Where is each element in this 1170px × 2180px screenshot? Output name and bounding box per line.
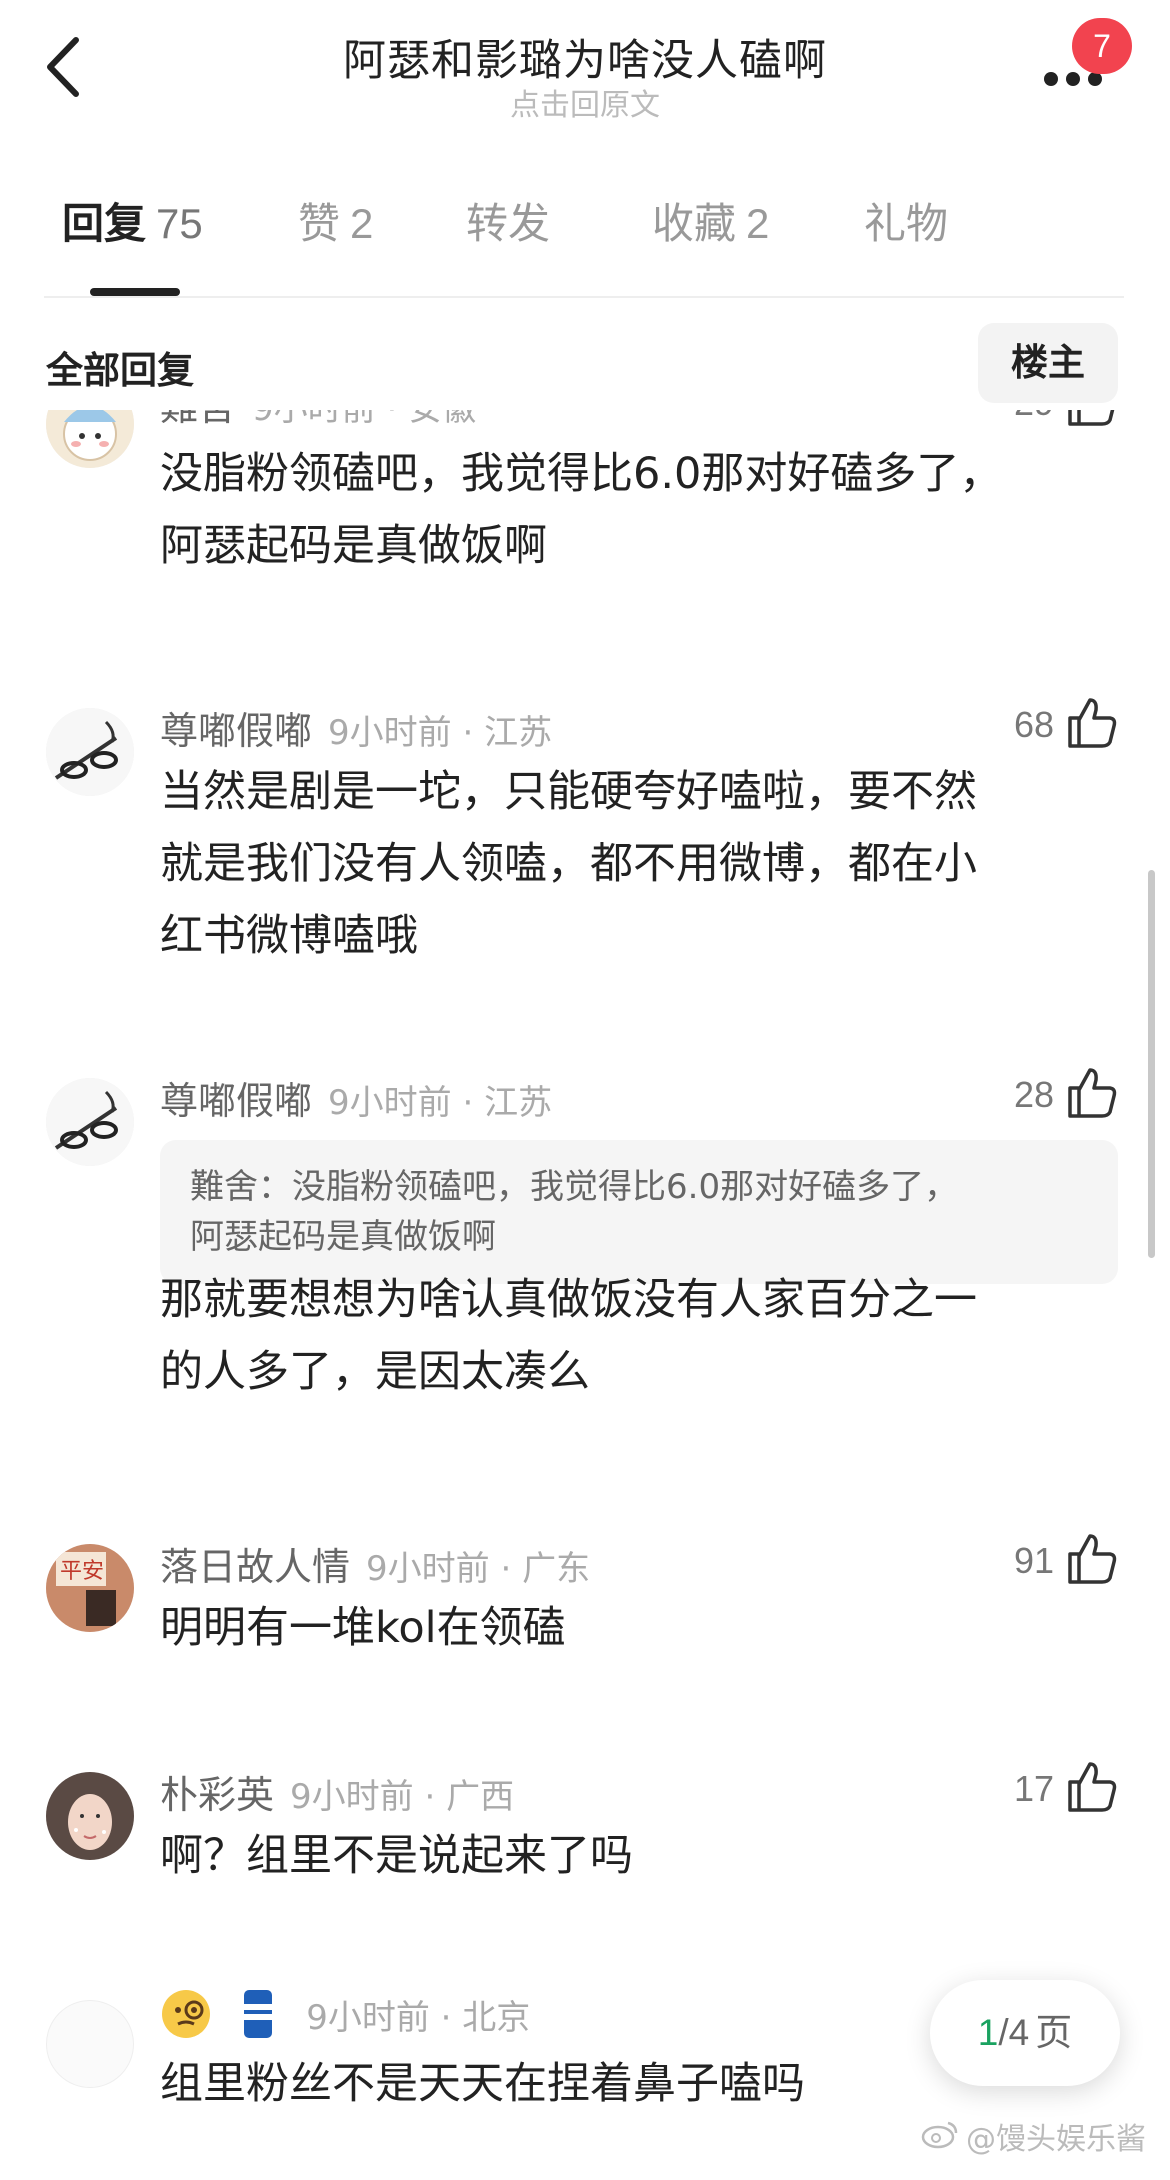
scrollbar[interactable] <box>1148 870 1155 1258</box>
username[interactable]: 朴彩英 <box>160 1773 274 1817</box>
tab-likes[interactable]: 赞2 <box>298 190 373 270</box>
timestamp-location: 9小时前 · 安徽 <box>252 410 476 429</box>
monocle-face-icon <box>160 1988 212 2049</box>
svg-text:平安: 平安 <box>60 1559 104 1584</box>
weibo-logo-icon <box>920 2119 960 2157</box>
comment-text: 啊？组里不是说起来了吗 <box>160 1831 633 1881</box>
comment-meta: 難舍 9小时前 · 安徽 <box>160 410 476 431</box>
like-count: 91 <box>1013 1540 1054 1581</box>
page-title: 阿瑟和影璐为啥没人磕啊 <box>343 36 827 86</box>
comment-meta: 9小时前 · 北京 <box>160 1986 530 2051</box>
timestamp-location: 9小时前 · 江苏 <box>328 1083 553 1123</box>
timestamp-location: 9小时前 · 广东 <box>366 1549 591 1589</box>
comment-item: 朴彩英 9小时前 · 广西 17 啊？组里不是说起来了吗 <box>0 1762 1170 1914</box>
comment-item: 尊嘟假嘟 9小时前 · 江苏 68 当然是剧是一坨，只能硬夸好嗑啦，要不然 就是我… <box>0 698 1170 961</box>
avatar[interactable] <box>46 1772 134 1860</box>
timestamp-location: 9小时前 · 北京 <box>306 1998 531 2038</box>
avatar-image <box>46 1772 134 1860</box>
like-button[interactable]: 29 <box>978 410 1118 434</box>
avatar[interactable]: 平安 <box>46 1544 134 1632</box>
avatar[interactable] <box>46 708 134 796</box>
comment-item: 尊嘟假嘟 9小时前 · 江苏 28 難舍：没脂粉领磕吧，我觉得比6.0那对好磕多了… <box>0 1068 1170 1410</box>
avatar-image <box>46 410 134 468</box>
comment-meta: 朴彩英 9小时前 · 广西 <box>160 1764 514 1819</box>
avatar[interactable] <box>46 2000 134 2088</box>
avatar-image <box>46 1078 134 1166</box>
quoted-reply[interactable]: 難舍：没脂粉领磕吧，我觉得比6.0那对好磕多了， 阿瑟起码是真做饭啊 <box>160 1140 1118 1284</box>
avatar-image: 平安 <box>46 1544 134 1632</box>
tab-bar: 回复 75 赞2 转发 收藏 2 礼物 <box>0 190 1170 300</box>
thumbs-up-icon <box>1068 698 1117 748</box>
like-button[interactable]: 68 <box>978 696 1118 756</box>
back-to-original-link[interactable]: 点击回原文 <box>0 80 1170 124</box>
tab-replies[interactable]: 回复 75 <box>62 190 203 270</box>
comment-list[interactable]: 難舍 9小时前 · 安徽 29 没脂粉领磕吧，我觉得比6.0那对好磕多了， 阿瑟起… <box>0 410 1170 2180</box>
like-count: 68 <box>1013 704 1054 745</box>
divider <box>44 296 1124 298</box>
comment-meta: 落日故人情 9小时前 · 广东 <box>160 1536 590 1591</box>
avatar-image <box>46 708 134 796</box>
all-replies-label: 全部回复 <box>46 349 194 392</box>
page-indicator[interactable]: 1/4 页 <box>930 1980 1120 2086</box>
like-button[interactable]: 28 <box>978 1066 1118 1126</box>
like-count: 28 <box>1013 1074 1054 1115</box>
top-bar: 阿瑟和影璐为啥没人磕啊 点击回原文 7 <box>0 0 1170 150</box>
watermark: @馒头娱乐酱 <box>920 2114 1146 2158</box>
comment-text: 没脂粉领磕吧，我觉得比6.0那对好磕多了， 阿瑟起码是真做饭啊 <box>160 449 1003 571</box>
active-tab-indicator <box>90 288 180 296</box>
like-button[interactable]: 17 <box>978 1760 1118 1820</box>
comment-meta: 尊嘟假嘟 9小时前 · 江苏 <box>160 700 552 755</box>
like-button[interactable]: 91 <box>978 1532 1118 1592</box>
op-only-button[interactable]: 楼主 <box>978 323 1118 403</box>
comment-text: 明明有一堆kol在领磕 <box>160 1603 566 1653</box>
tab-reposts[interactable]: 转发 <box>466 190 550 270</box>
thumbs-up-icon <box>1068 1762 1117 1812</box>
comment-item: 難舍 9小时前 · 安徽 29 没脂粉领磕吧，我觉得比6.0那对好磕多了， 阿瑟起… <box>0 410 1170 600</box>
ellipsis-icon <box>1044 72 1058 86</box>
like-count: 29 <box>1014 410 1054 424</box>
username[interactable]: 落日故人情 <box>160 1545 350 1589</box>
tab-favorites[interactable]: 收藏 2 <box>652 190 769 270</box>
notification-badge: 7 <box>1072 18 1132 74</box>
timestamp-location: 9小时前 · 广西 <box>290 1777 515 1817</box>
tab-gifts[interactable]: 礼物 <box>864 190 948 270</box>
username[interactable]: 尊嘟假嘟 <box>160 709 312 753</box>
thumbs-up-icon <box>1068 1068 1117 1118</box>
comment-text: 当然是剧是一坨，只能硬夸好嗑啦，要不然 就是我们没有人领嗑，都不用微博，都在小 … <box>160 767 977 961</box>
thumbs-up-icon <box>1068 1534 1117 1584</box>
like-count: 17 <box>1013 1768 1054 1809</box>
thumbs-up-icon <box>1068 410 1115 426</box>
avatar[interactable] <box>46 1078 134 1166</box>
username[interactable]: 尊嘟假嘟 <box>160 1079 312 1123</box>
timestamp-location: 9小时前 · 江苏 <box>328 713 553 753</box>
comment-item: 平安 落日故人情 9小时前 · 广东 91 明明有一堆kol在领磕 <box>0 1534 1170 1686</box>
comment-text: 那就要想想为啥认真做饭没有人家百分之一 的人多了，是因太凑么 <box>160 1275 977 1397</box>
comment-meta: 尊嘟假嘟 9小时前 · 江苏 <box>160 1070 552 1125</box>
beer-can-icon <box>238 1986 278 2051</box>
avatar[interactable] <box>46 410 134 468</box>
username[interactable]: 難舍 <box>160 410 236 429</box>
